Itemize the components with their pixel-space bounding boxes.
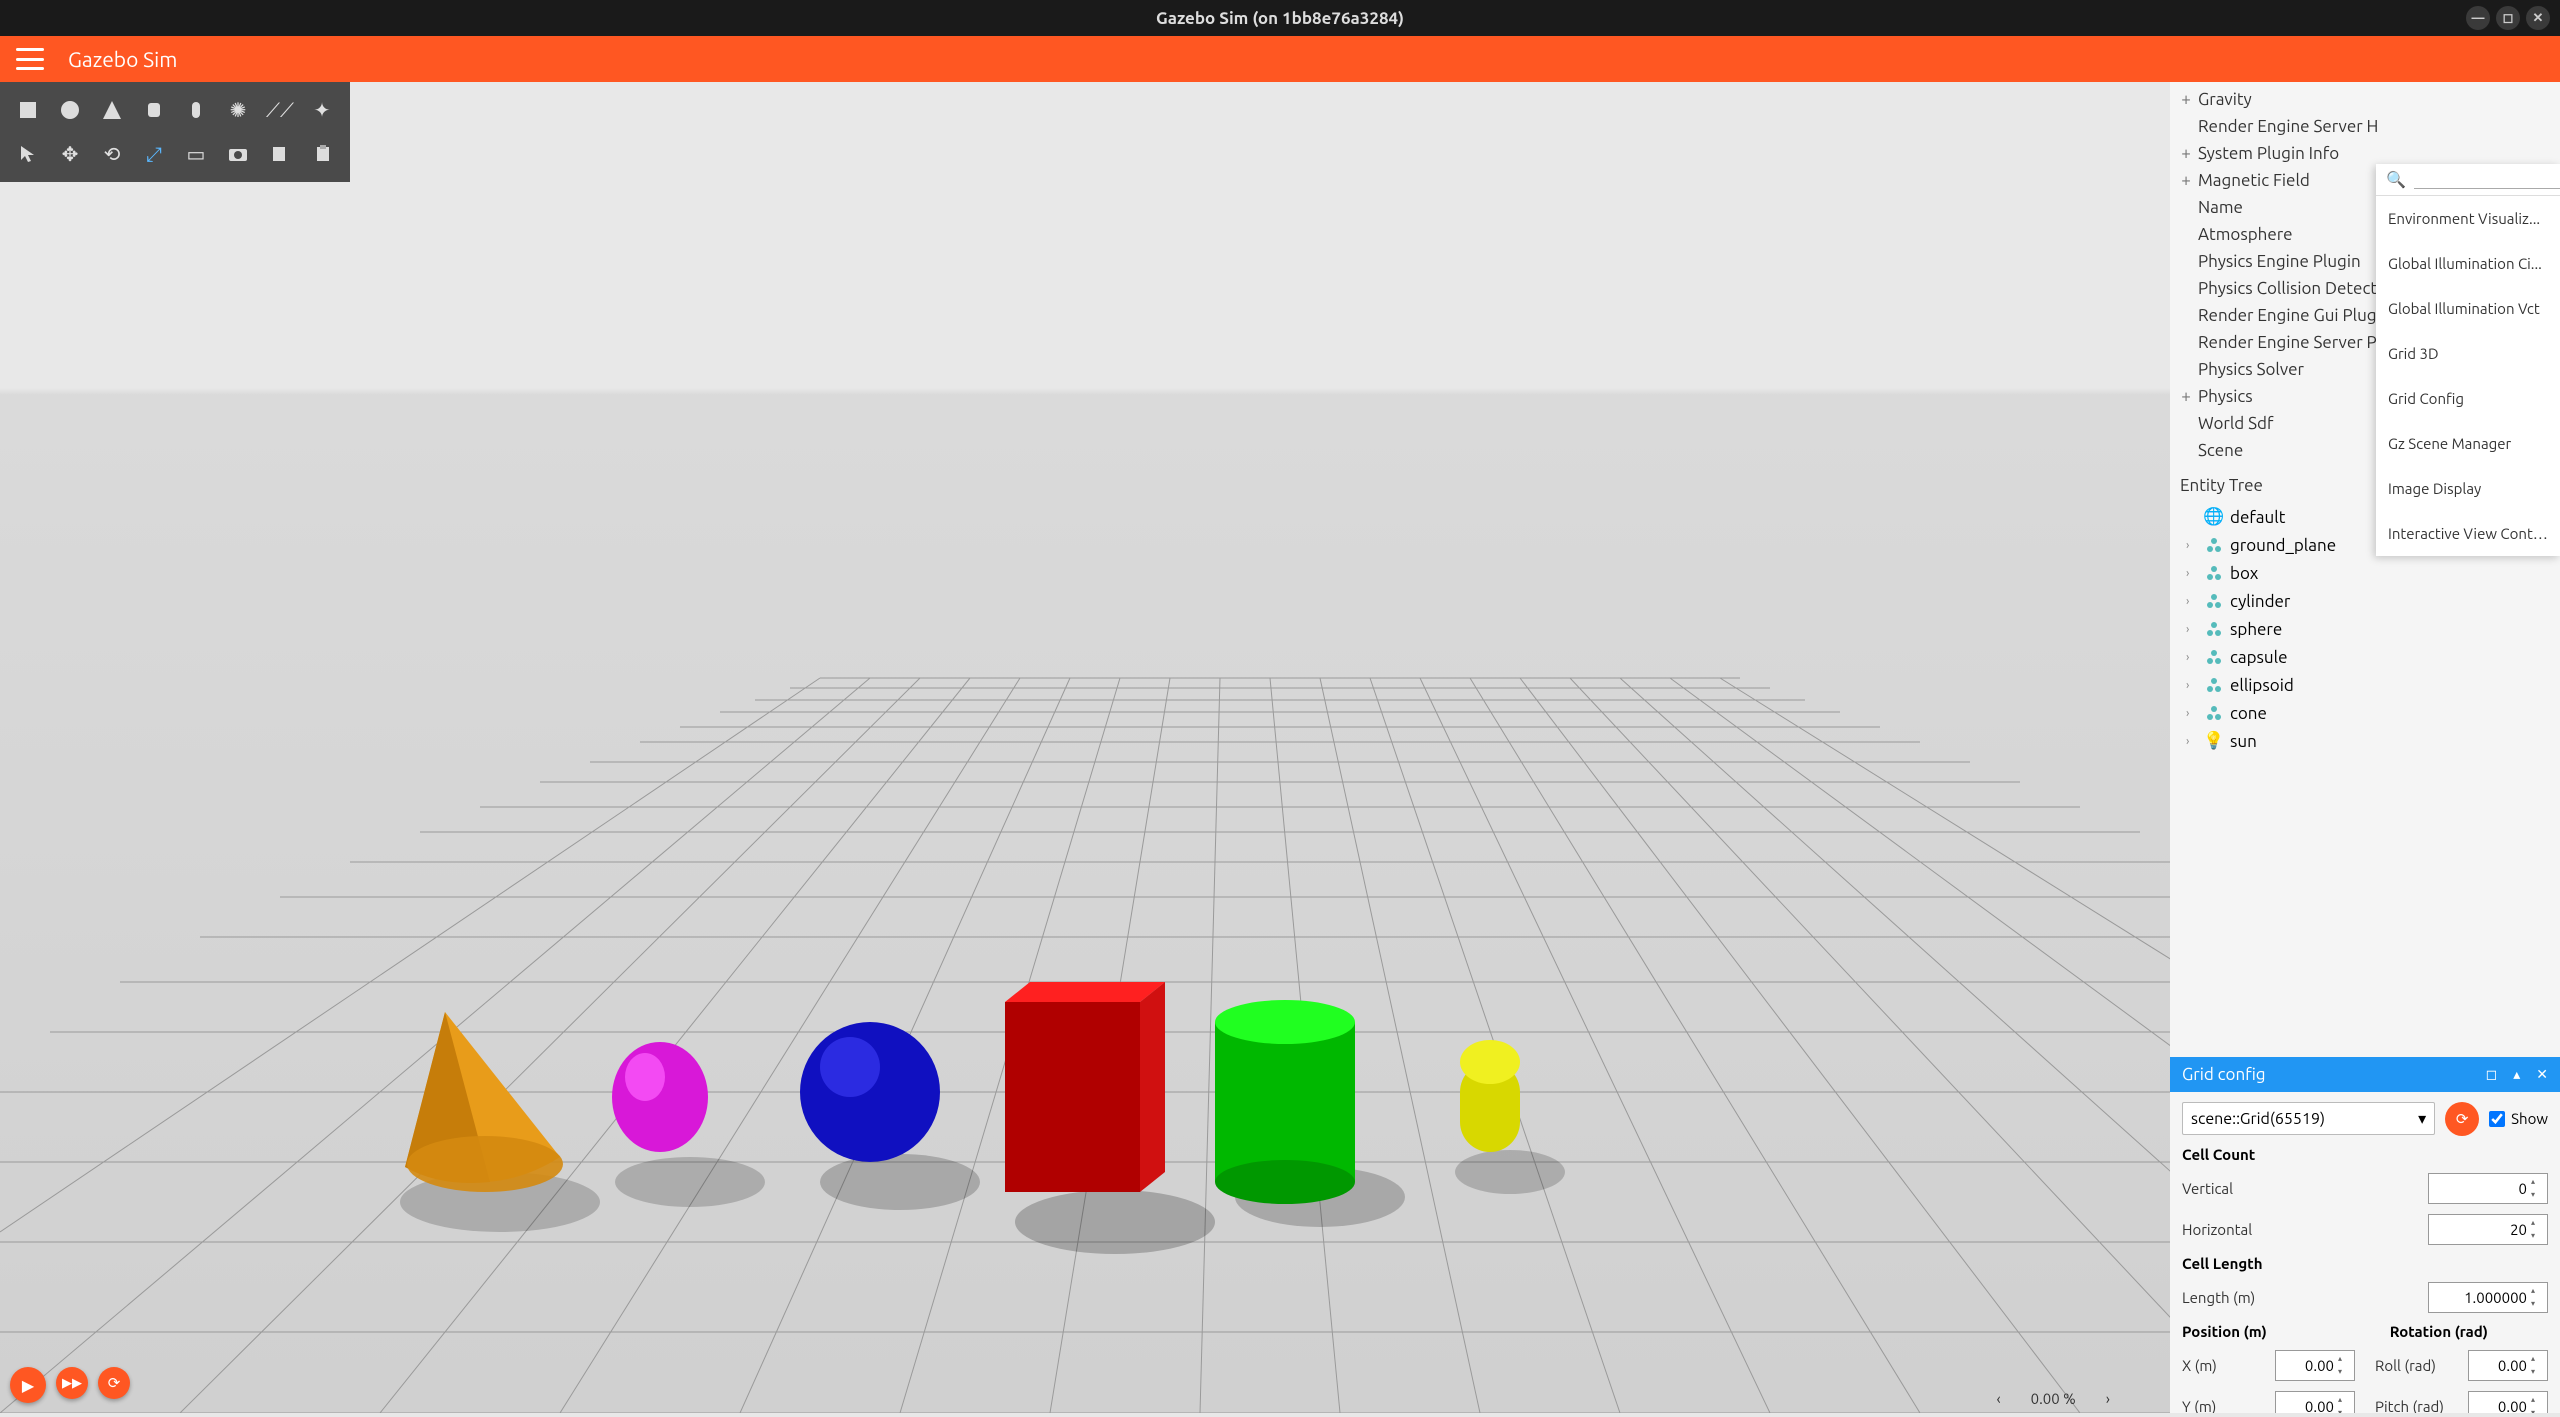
menu-icon[interactable] [16,48,44,70]
status-nav-right[interactable]: › [2106,1390,2110,1407]
plugin-menu-item[interactable]: Global Illumination Vct [2376,286,2560,331]
entity-tree-item[interactable]: ›sphere [2170,615,2560,643]
y-input[interactable]: ▴▾ [2275,1391,2355,1414]
collapse-icon[interactable]: ▴ [2513,1066,2520,1083]
app-header: Gazebo Sim [0,36,2560,82]
model-icon [2204,619,2224,639]
cylinder-shape-icon[interactable] [138,94,170,126]
search-icon: 🔍 [2386,170,2406,189]
minimize-button[interactable]: — [2466,6,2490,30]
plugin-menu-item[interactable]: Global Illumination Ci... [2376,241,2560,286]
point-light-icon[interactable]: ✺ [222,94,254,126]
plugin-menu-item[interactable]: Grid Config [2376,376,2560,421]
entity-tree-item[interactable]: ›cylinder [2170,587,2560,615]
reset-button[interactable]: ⟳ [98,1367,130,1399]
cone-shape-icon[interactable] [96,94,128,126]
model-icon [2204,591,2224,611]
horizontal-label: Horizontal [2182,1221,2252,1238]
model-icon [2204,535,2224,555]
entity-tree-item[interactable]: ›box [2170,559,2560,587]
model-icon [2204,675,2224,695]
plugin-menu-item[interactable]: Interactive View Control [2376,511,2560,556]
entity-tree-item[interactable]: ›ellipsoid [2170,671,2560,699]
grid-config-body: scene::Grid(65519)▾ ⟳ Show Cell Count Ve… [2170,1092,2560,1414]
vertical-label: Vertical [2182,1180,2233,1197]
snapshot-frame-icon[interactable]: ▭ [180,138,212,170]
dock-laythen-icon[interactable]: ◻ [2486,1066,2498,1083]
box-shape-icon[interactable] [12,94,44,126]
length-label: Length (m) [2182,1289,2255,1306]
plugin-menu-item[interactable]: Grid 3D [2376,331,2560,376]
close-panel-icon[interactable]: ✕ [2536,1066,2548,1083]
rotation-label: Rotation (rad) [2390,1323,2488,1340]
plugin-menu-item[interactable]: Environment Visualiz... [2376,196,2560,241]
rotate-tool-icon[interactable]: ⟲ [96,138,128,170]
grid-selector-dropdown[interactable]: scene::Grid(65519)▾ [2182,1102,2435,1135]
copy-icon[interactable] [264,138,296,170]
cell-length-label: Cell Length [2182,1255,2548,1272]
play-button[interactable]: ▶ [10,1367,46,1403]
status-bar: ‹ 0.00 % › [1976,1384,2170,1413]
scale-tool-icon[interactable]: ⤢ [138,138,170,170]
plugin-menu-item[interactable]: Gz Scene Manager [2376,421,2560,466]
component-item[interactable]: Render Engine Server H [2170,113,2560,140]
status-nav-left[interactable]: ‹ [1996,1390,2000,1407]
entity-tree-item[interactable]: ›cone [2170,699,2560,727]
length-input[interactable]: ▴▾ [2428,1282,2548,1313]
entity-tree-item[interactable]: ›capsule [2170,643,2560,671]
component-item[interactable]: +Gravity [2170,86,2560,113]
refresh-button[interactable]: ⟳ [2445,1102,2479,1136]
pitch-input[interactable]: ▴▾ [2468,1391,2548,1414]
paste-icon[interactable] [306,138,338,170]
model-icon [2204,703,2224,723]
entity-tree-item[interactable]: ›💡sun [2170,727,2560,755]
playback-controls: ▶ ▶▶ ⟳ [10,1367,130,1403]
close-button[interactable]: ✕ [2526,6,2550,30]
status-percent: 0.00 % [2031,1390,2076,1407]
grid-config-header: Grid config ◻ ▴ ✕ [2170,1057,2560,1092]
world-icon: 🌐 [2204,507,2224,527]
grid-config-title: Grid config [2182,1065,2266,1084]
model-icon [2204,563,2224,583]
position-label: Position (m) [2182,1323,2267,1340]
step-button[interactable]: ▶▶ [56,1367,88,1399]
directional-light-icon[interactable]: ⟋⟋ [264,94,296,126]
show-checkbox[interactable]: Show [2489,1110,2548,1127]
horizontal-input[interactable]: ▴▾ [2428,1214,2548,1245]
model-icon: 💡 [2204,731,2224,751]
window-titlebar: Gazebo Sim (on 1bb8e76a3284) — ◻ ✕ [0,0,2560,36]
maximize-button[interactable]: ◻ [2496,6,2520,30]
spot-light-icon[interactable]: ✦ [306,94,338,126]
capsule-shape-icon[interactable] [180,94,212,126]
roll-input[interactable]: ▴▾ [2468,1350,2548,1381]
model-icon [2204,647,2224,667]
x-input[interactable]: ▴▾ [2275,1350,2355,1381]
camera-icon[interactable] [222,138,254,170]
move-tool-icon[interactable]: ✥ [54,138,86,170]
sphere-shape-icon[interactable] [54,94,86,126]
shape-toolbar: ✺ ⟋⟋ ✦ ✥ ⟲ ⤢ ▭ [0,82,350,182]
select-tool-icon[interactable] [12,138,44,170]
plugin-search-input[interactable] [2414,171,2560,189]
component-item[interactable]: +System Plugin Info [2170,140,2560,167]
vertical-input[interactable]: ▴▾ [2428,1173,2548,1204]
window-title: Gazebo Sim (on 1bb8e76a3284) [1156,9,1404,28]
app-title: Gazebo Sim [68,47,177,71]
plugin-menu: 🔍 Environment Visualiz...Global Illumina… [2376,164,2560,556]
cell-count-label: Cell Count [2182,1146,2548,1163]
plugin-menu-item[interactable]: Image Display [2376,466,2560,511]
